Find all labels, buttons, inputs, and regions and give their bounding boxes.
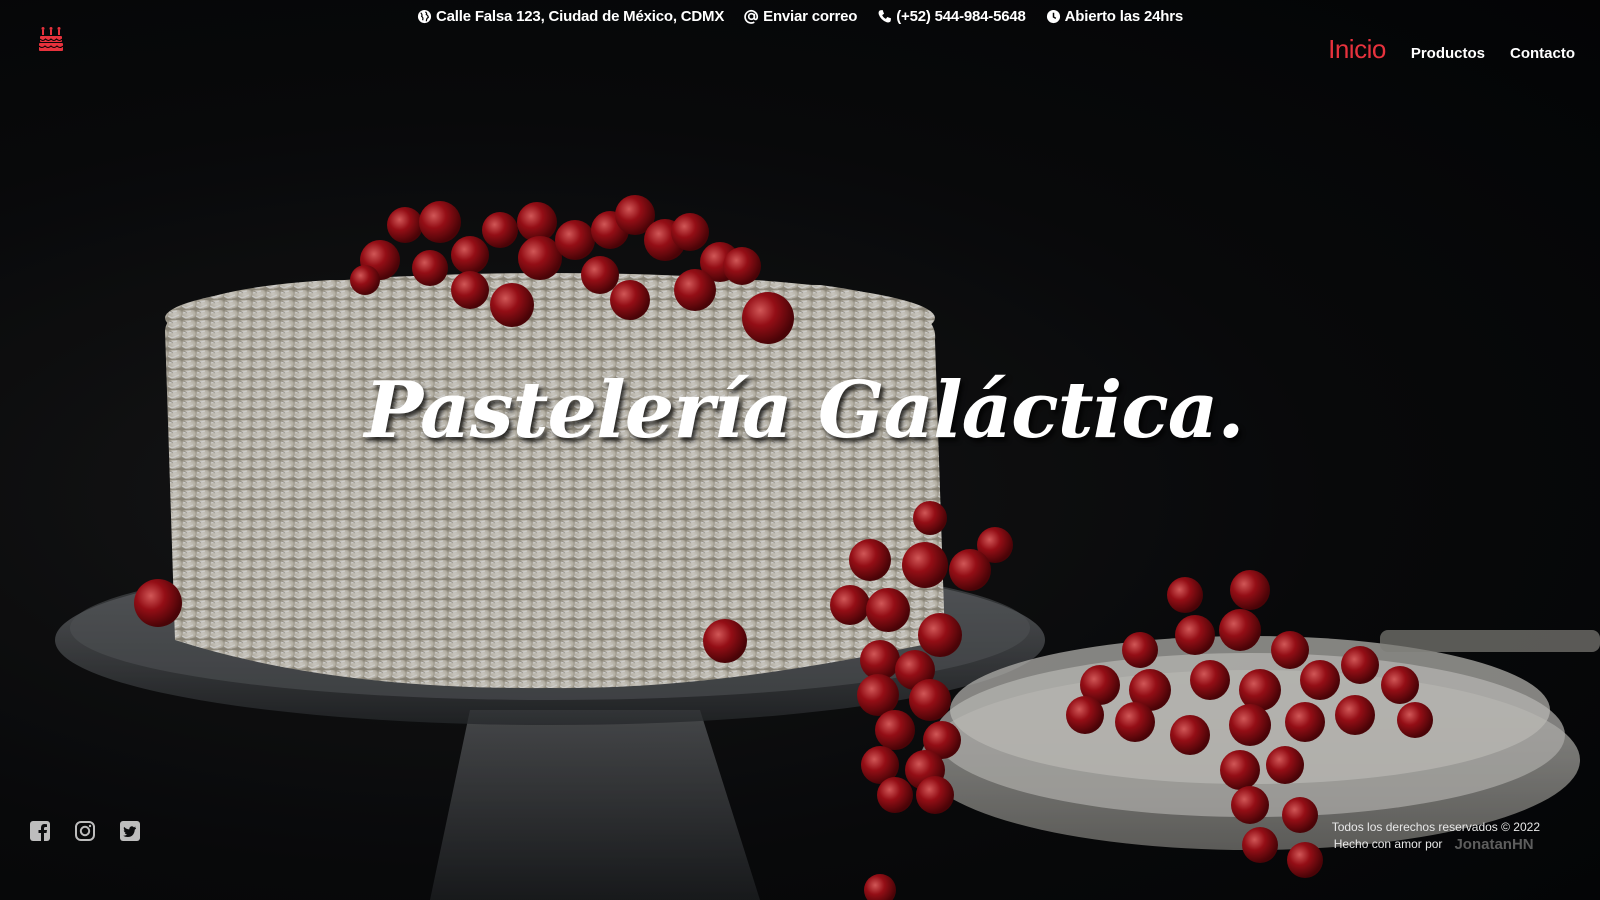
main-nav: Inicio Productos Contacto [1328,34,1575,65]
address-text: Calle Falsa 123, Ciudad de México, CDMX [436,8,725,25]
contact-info-bar: Calle Falsa 123, Ciudad de México, CDMX … [0,8,1600,25]
at-sign-icon [744,9,759,24]
email-link[interactable]: Enviar correo [744,8,857,25]
phone-info[interactable]: (+52) 544-984-5648 [877,8,1026,25]
twitter-icon[interactable] [119,820,141,842]
hours-text: Abierto las 24hrs [1064,8,1184,25]
social-links [29,820,141,842]
instagram-icon[interactable] [74,820,96,842]
hours-info: Abierto las 24hrs [1046,8,1183,25]
address-info: Calle Falsa 123, Ciudad de México, CDMX [417,8,724,25]
copyright-text: Todos los derechos reservados © 2022 [1331,820,1540,834]
made-with-love-text: Hecho con amor por [1333,837,1443,851]
author-link[interactable]: JonatanHN [1454,836,1533,853]
phone-icon [877,9,892,24]
globe-icon [417,9,432,24]
landing-page: Calle Falsa 123, Ciudad de México, CDMX … [0,0,1600,900]
phone-text: (+52) 544-984-5648 [896,8,1026,25]
hero-title: Pastelería Galáctica. [364,365,1244,456]
email-text: Enviar correo [763,8,858,25]
birthday-cake-icon[interactable] [38,26,64,52]
nav-link-productos[interactable]: Productos [1411,45,1485,62]
nav-link-contacto[interactable]: Contacto [1510,45,1575,62]
nav-link-inicio[interactable]: Inicio [1328,34,1386,65]
clock-icon [1046,9,1061,24]
facebook-icon[interactable] [29,820,51,842]
footer: Todos los derechos reservados © 2022 Hec… [1332,819,1540,853]
credits-row: Hecho con amor por JonatanHN [1332,836,1540,853]
